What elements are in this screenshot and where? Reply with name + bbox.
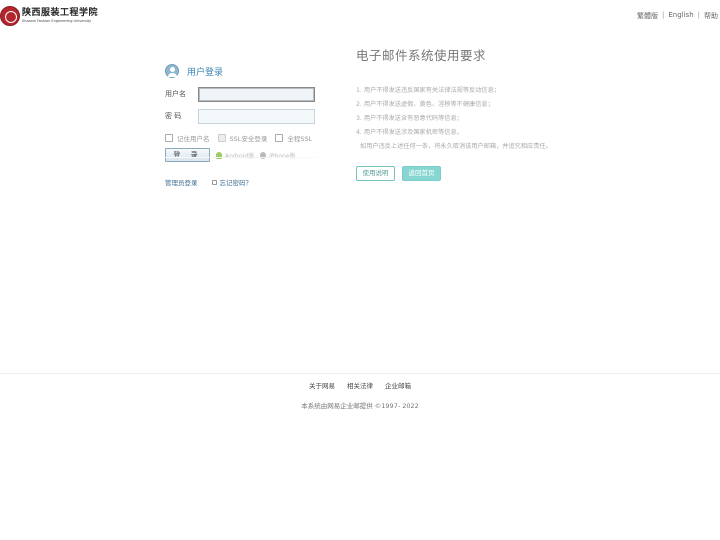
traditional-chinese-link[interactable]: 繁體版 xyxy=(637,11,658,21)
top-links: 繁體版 | English | 帮助 xyxy=(637,11,718,21)
password-label: 密 码 xyxy=(165,112,182,120)
back-home-button[interactable]: 返回首页 xyxy=(402,166,441,181)
username-row: 用户名 xyxy=(165,85,335,103)
panel-divider xyxy=(165,157,335,158)
iphone-label: iPhone版 xyxy=(269,152,296,160)
remember-username-label: 记住用户名 xyxy=(177,135,210,143)
footer: 关于网易 相关法律 企业邮箱 本系统由网易企业邮提供 ©1997- 2022 xyxy=(0,373,720,410)
requirement-item: 3. 用户不得发送含有恶意代码等信息； xyxy=(356,115,463,122)
separator: | xyxy=(697,11,700,19)
remember-username-checkbox[interactable] xyxy=(165,134,173,142)
password-row: 密 码 xyxy=(165,107,335,125)
full-ssl-label: 全程SSL xyxy=(287,135,313,143)
requirements-buttons: 使用说明 返回首页 xyxy=(356,166,636,181)
requirements-title: 电子邮件系统使用要求 xyxy=(356,48,487,63)
requirements-list: 1. 用户不得发送违反国家有关法律法规等反动信息； 2. 用户不得发送虚假、黄色… xyxy=(356,84,636,140)
usage-help-button[interactable]: 使用说明 xyxy=(356,166,395,181)
requirements-note: 如用户违反上述任何一条，将永久取消该用户邮箱，并追究相应责任。 xyxy=(360,143,552,150)
login-actions: 登 录 Android版 iPhone版 xyxy=(165,148,335,162)
user-icon xyxy=(165,64,179,78)
ssl-login-option[interactable]: SSL安全登录 xyxy=(217,133,268,143)
username-label: 用户名 xyxy=(165,90,186,98)
username-input[interactable] xyxy=(198,86,315,102)
login-panel: 用户登录 用户名 密 码 记住用户名 SSL安全登录 全程SSL 登 录 And… xyxy=(165,63,335,187)
login-bottom-links: 管理员登录 忘记密码？ xyxy=(165,177,335,187)
password-input[interactable] xyxy=(198,108,315,124)
enterprise-mail-link[interactable]: 企业邮箱 xyxy=(385,380,411,390)
full-ssl-checkbox[interactable] xyxy=(275,134,284,142)
login-title-text: 用户登录 xyxy=(187,67,224,78)
android-link[interactable]: Android版 xyxy=(216,151,254,160)
english-link[interactable]: English xyxy=(668,11,693,21)
forgot-password-link[interactable]: 忘记密码？ xyxy=(211,177,253,187)
requirement-item: 2. 用户不得发送虚假、黄色、淫秽等不健康信息； xyxy=(356,101,494,108)
logo-english-name: Shaanxi Fashion Engineering University xyxy=(22,19,92,23)
ssl-login-label: SSL安全登录 xyxy=(229,135,268,143)
logo-chinese-name: 陕西服装工程学院 xyxy=(22,8,99,18)
forgot-password-label: 忘记密码？ xyxy=(219,179,253,187)
separator: | xyxy=(662,11,665,19)
copyright: 本系统由网易企业邮提供 ©1997- 2022 xyxy=(301,402,419,410)
full-ssl-option[interactable]: 全程SSL xyxy=(275,133,312,143)
ssl-login-checkbox[interactable] xyxy=(217,134,226,142)
school-seal-icon xyxy=(0,6,20,26)
admin-login-link[interactable]: 管理员登录 xyxy=(165,177,198,187)
about-netease-link[interactable]: 关于网易 xyxy=(309,380,335,390)
iphone-link[interactable]: iPhone版 xyxy=(260,151,295,160)
logo-text: 陕西服装工程学院 Shaanxi Fashion Engineering Uni… xyxy=(22,8,98,24)
help-link[interactable]: 帮助 xyxy=(704,11,718,21)
login-button[interactable]: 登 录 xyxy=(165,148,210,162)
android-label: Android版 xyxy=(225,152,255,160)
related-law-link[interactable]: 相关法律 xyxy=(347,380,373,390)
footer-links: 关于网易 相关法律 企业邮箱 xyxy=(0,380,720,390)
lock-icon xyxy=(211,179,217,185)
login-options: 记住用户名 SSL安全登录 全程SSL xyxy=(165,133,335,143)
school-logo: 陕西服装工程学院 Shaanxi Fashion Engineering Uni… xyxy=(0,6,98,26)
requirement-item: 4. 用户不得发送涉及国家机密等信息。 xyxy=(356,129,463,136)
requirement-item: 1. 用户不得发送违反国家有关法律法规等反动信息； xyxy=(356,87,500,94)
requirements-panel: 电子邮件系统使用要求 1. 用户不得发送违反国家有关法律法规等反动信息； 2. … xyxy=(356,45,636,181)
remember-username-option[interactable]: 记住用户名 xyxy=(165,133,210,143)
login-title: 用户登录 xyxy=(165,63,335,79)
